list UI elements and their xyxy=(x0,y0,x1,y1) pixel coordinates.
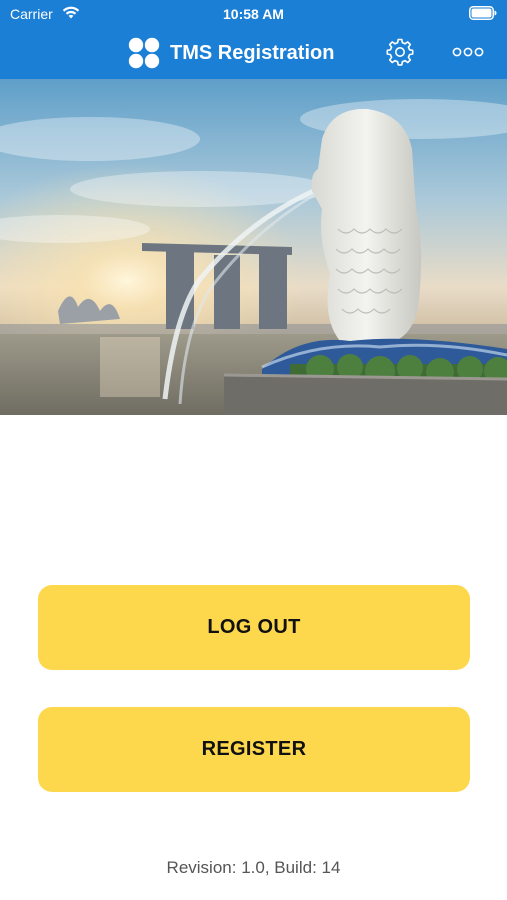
logout-button[interactable]: LOG OUT xyxy=(38,585,470,670)
revision-label: Revision: 1.0, Build: 14 xyxy=(166,858,341,877)
four-dots-logo-icon xyxy=(128,37,160,69)
battery-full-icon xyxy=(469,6,497,20)
more-horizontal-icon xyxy=(452,47,484,57)
nav-bar: TMS Registration xyxy=(0,28,507,79)
nav-title-group: TMS Registration xyxy=(128,37,334,69)
merlion-skyline-image xyxy=(0,79,507,415)
app-screen: Carrier 10:58 AM TMS Registration LOG OU… xyxy=(0,0,507,900)
header: Carrier 10:58 AM TMS Registration xyxy=(0,0,507,79)
gear-icon xyxy=(386,38,414,66)
hero-image xyxy=(0,79,507,415)
page-title: TMS Registration xyxy=(170,41,335,64)
register-button[interactable]: REGISTER xyxy=(38,707,470,792)
more-options-button[interactable] xyxy=(448,36,488,68)
settings-button[interactable] xyxy=(384,36,416,68)
status-time: 10:58 AM xyxy=(223,6,284,22)
status-bar: Carrier 10:58 AM xyxy=(0,0,507,28)
